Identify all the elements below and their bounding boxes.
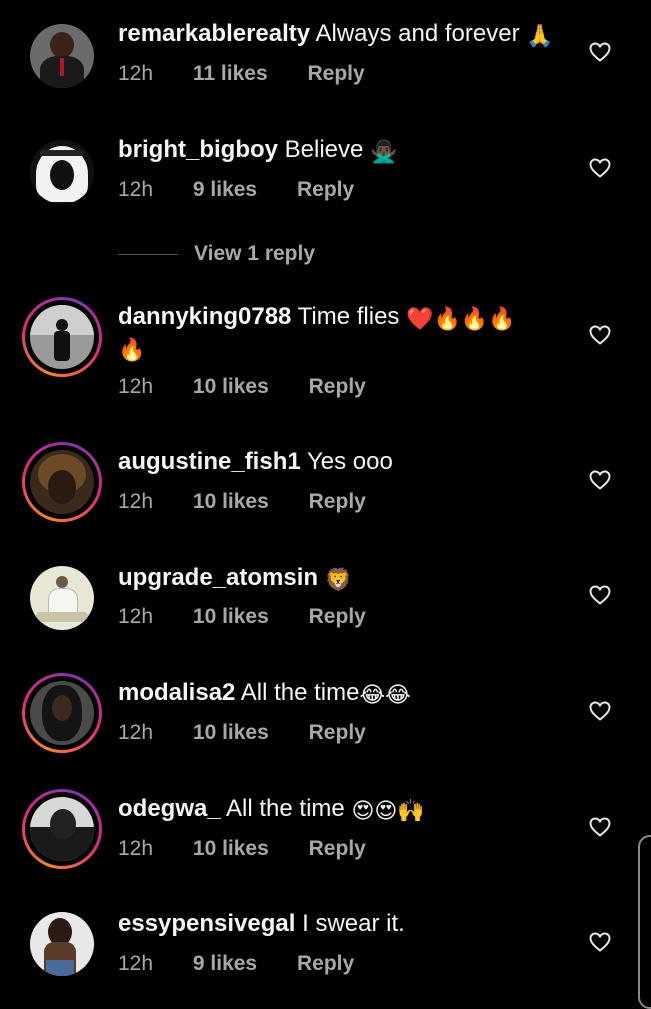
comment-body: I swear it.	[302, 910, 405, 937]
comment-text: remarkablerealty Always and forever 🙏	[118, 19, 554, 51]
comment-text: modalisa2 All the time😂😂	[118, 678, 411, 710]
comment-text: augustine_fish1 Yes ooo	[118, 447, 393, 477]
username[interactable]: dannyking0788	[118, 303, 291, 330]
heart-icon[interactable]	[588, 583, 612, 607]
likes-count[interactable]: 11 likes	[193, 62, 268, 85]
username[interactable]: essypensivegal	[118, 910, 295, 937]
divider-line	[118, 253, 178, 255]
likes-count[interactable]: 10 likes	[193, 605, 269, 628]
likes-count[interactable]: 10 likes	[193, 490, 269, 513]
comment-body: Believe	[284, 136, 364, 163]
comment-body: Time flies	[297, 303, 400, 330]
likes-count[interactable]: 10 likes	[193, 837, 269, 860]
comment-time: 12h	[118, 837, 154, 860]
username[interactable]: bright_bigboy	[118, 136, 278, 163]
heart-icon[interactable]	[588, 930, 612, 954]
likes-count[interactable]: 9 likes	[193, 952, 257, 975]
comment-time: 12h	[118, 721, 154, 744]
avatar[interactable]	[22, 132, 102, 212]
comment-meta: 12h 10 likes Reply	[118, 490, 400, 514]
reply-button[interactable]: Reply	[309, 490, 366, 513]
comment-meta: 12h 10 likes Reply	[118, 605, 400, 629]
username[interactable]: odegwa_	[118, 795, 221, 822]
likes-count[interactable]: 10 likes	[193, 375, 269, 398]
comment-emoji: 🙏	[526, 23, 554, 48]
view-replies-label: View 1 reply	[194, 242, 316, 265]
comment-body: Always and forever	[315, 20, 520, 47]
comment-body: Yes ooo	[306, 448, 393, 475]
comment-meta: 12h 10 likes Reply	[118, 721, 400, 745]
comment-body: All the time	[226, 795, 345, 822]
comment-text: bright_bigboy Believe 🙅🏿‍♂️	[118, 135, 397, 167]
reply-button[interactable]: Reply	[307, 62, 364, 85]
scrollbar-handle[interactable]	[638, 835, 651, 1009]
reply-button[interactable]: Reply	[309, 375, 366, 398]
comment-time: 12h	[118, 490, 154, 513]
avatar[interactable]	[22, 297, 102, 377]
comment-time: 12h	[118, 605, 154, 628]
username[interactable]: upgrade_atomsin	[118, 564, 318, 591]
comment-emoji: 😂😂	[359, 682, 411, 707]
comment-emoji: ❤️🔥🔥🔥	[406, 306, 516, 331]
comment-time: 12h	[118, 178, 154, 201]
heart-icon[interactable]	[588, 40, 612, 64]
comment-body: All the time	[240, 679, 360, 706]
username[interactable]: remarkablerealty	[118, 20, 310, 47]
heart-icon[interactable]	[588, 699, 612, 723]
heart-icon[interactable]	[588, 468, 612, 492]
comment-meta: 12h 10 likes Reply	[118, 837, 400, 861]
comment-emoji: 🔥	[118, 337, 146, 362]
avatar[interactable]	[22, 16, 102, 96]
username[interactable]: modalisa2	[118, 679, 235, 706]
avatar[interactable]	[22, 789, 102, 869]
likes-count[interactable]: 10 likes	[193, 721, 269, 744]
comment-text-continued: 🔥	[118, 333, 145, 365]
comment-text: dannyking0788 Time flies ❤️🔥🔥🔥	[118, 302, 516, 334]
comment-time: 12h	[118, 952, 154, 975]
username[interactable]: augustine_fish1	[118, 448, 301, 475]
comment-time: 12h	[118, 375, 154, 398]
heart-icon[interactable]	[588, 156, 612, 180]
comment-time: 12h	[118, 62, 154, 85]
avatar[interactable]	[22, 558, 102, 638]
comment-emoji: 🙅🏿‍♂️	[370, 139, 398, 164]
reply-button[interactable]: Reply	[309, 721, 366, 744]
view-replies-button[interactable]: View 1 reply	[118, 240, 315, 268]
reply-button[interactable]: Reply	[309, 837, 366, 860]
comment-text: upgrade_atomsin 🦁	[118, 563, 352, 595]
comment-text: odegwa_ All the time 😍😍🙌	[118, 794, 425, 826]
reply-button[interactable]: Reply	[297, 952, 354, 975]
comment-meta: 12h 9 likes Reply	[118, 952, 388, 976]
comment-meta: 12h 11 likes Reply	[118, 62, 399, 86]
avatar[interactable]	[22, 673, 102, 753]
avatar[interactable]	[22, 442, 102, 522]
comment-meta: 12h 9 likes Reply	[118, 178, 388, 202]
comment-meta: 12h 10 likes Reply	[118, 375, 400, 399]
heart-icon[interactable]	[588, 323, 612, 347]
avatar[interactable]	[22, 904, 102, 984]
comment-emoji: 😍😍🙌	[351, 798, 425, 823]
comment-text: essypensivegal I swear it.	[118, 909, 405, 939]
reply-button[interactable]: Reply	[309, 605, 366, 628]
reply-button[interactable]: Reply	[297, 178, 354, 201]
comment-emoji: 🦁	[324, 567, 353, 592]
heart-icon[interactable]	[588, 815, 612, 839]
likes-count[interactable]: 9 likes	[193, 178, 257, 201]
